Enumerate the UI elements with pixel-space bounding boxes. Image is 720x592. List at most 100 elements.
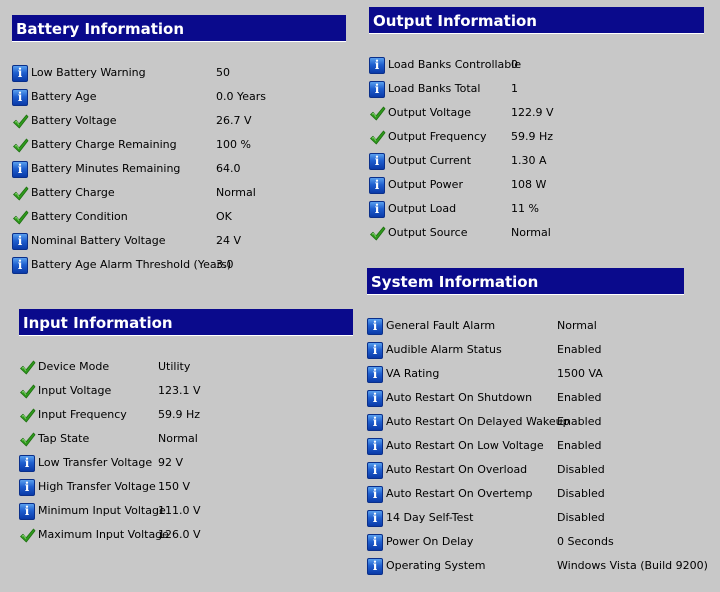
output-row: i Load Banks Controllable 0 xyxy=(369,53,704,77)
output-row-value: Normal xyxy=(511,226,551,239)
battery-row-value: Normal xyxy=(216,186,256,199)
info-icon: i xyxy=(367,510,384,527)
info-icon: i xyxy=(367,414,384,431)
output-row-label: Output Current xyxy=(388,154,472,167)
info-icon: i xyxy=(367,390,384,407)
input-information-title: Input Information xyxy=(19,309,353,336)
info-icon: i xyxy=(12,257,29,274)
battery-row: Battery Charge Normal xyxy=(12,181,346,205)
info-icon: i xyxy=(367,342,384,359)
output-row: i Load Banks Total 1 xyxy=(369,77,704,101)
info-icon: i xyxy=(12,233,29,250)
info-icon: i xyxy=(19,455,36,472)
battery-row-label: Battery Charge Remaining xyxy=(31,138,177,151)
checkmark-icon xyxy=(19,527,36,544)
input-row-value: 111.0 V xyxy=(158,504,201,517)
output-row-value: 122.9 V xyxy=(511,106,554,119)
battery-row-value: 100 % xyxy=(216,138,251,151)
system-row: i 14 Day Self-Test Disabled xyxy=(367,506,707,530)
input-row-value: 123.1 V xyxy=(158,384,201,397)
checkmark-icon xyxy=(369,225,386,242)
output-row-label: Load Banks Total xyxy=(388,82,481,95)
output-row: Output Voltage 122.9 V xyxy=(369,101,704,125)
system-row-label: Operating System xyxy=(386,559,486,572)
input-row-label: Input Voltage xyxy=(38,384,112,397)
system-row-value: Enabled xyxy=(557,415,602,428)
system-row-label: Audible Alarm Status xyxy=(386,343,502,356)
info-icon: i xyxy=(369,153,386,170)
checkmark-icon xyxy=(369,129,386,146)
checkmark-icon xyxy=(19,383,36,400)
system-row-value: 1500 VA xyxy=(557,367,603,380)
output-row-value: 108 W xyxy=(511,178,547,191)
checkmark-icon xyxy=(12,137,29,154)
input-information-panel: Input Information Device Mode Utility Inpu… xyxy=(19,309,353,549)
system-row-value: Enabled xyxy=(557,343,602,356)
input-row: Device Mode Utility xyxy=(19,355,353,379)
input-row-label: Device Mode xyxy=(38,360,110,373)
system-row-label: Power On Delay xyxy=(386,535,474,548)
battery-row-label: Battery Age Alarm Threshold (Years) xyxy=(31,258,232,271)
output-row-label: Output Source xyxy=(388,226,468,239)
output-row-label: Output Load xyxy=(388,202,457,215)
input-row: Maximum Input Voltage 126.0 V xyxy=(19,523,353,547)
battery-information-title: Battery Information xyxy=(12,15,346,42)
output-row: Output Source Normal xyxy=(369,221,704,245)
battery-row-label: Battery Age xyxy=(31,90,97,103)
system-row-value: Windows Vista (Build 9200) xyxy=(557,559,708,572)
info-icon: i xyxy=(369,81,386,98)
input-row-value: 59.9 Hz xyxy=(158,408,201,421)
output-row: i Output Current 1.30 A xyxy=(369,149,704,173)
system-row-label: VA Rating xyxy=(386,367,440,380)
input-row-value: Utility xyxy=(158,360,191,373)
output-row-value: 1.30 A xyxy=(511,154,547,167)
system-row: i Auto Restart On Overload Disabled xyxy=(367,458,707,482)
system-row-value: Disabled xyxy=(557,463,605,476)
input-row-value: 150 V xyxy=(158,480,191,493)
output-row-label: Load Banks Controllable xyxy=(388,58,522,71)
system-information-panel: System Information i General Fault Alarm N… xyxy=(367,268,708,588)
info-icon: i xyxy=(367,534,384,551)
battery-row: i Nominal Battery Voltage 24 V xyxy=(12,229,346,253)
input-row-label: Tap State xyxy=(38,432,90,445)
input-row: Input Voltage 123.1 V xyxy=(19,379,353,403)
system-row: i Auto Restart On Overtemp Disabled xyxy=(367,482,707,506)
battery-row-value: 0.0 Years xyxy=(216,90,267,103)
info-icon: i xyxy=(367,558,384,575)
info-icon: i xyxy=(19,479,36,496)
system-row: i Auto Restart On Low Voltage Enabled xyxy=(367,434,707,458)
output-row: i Output Load 11 % xyxy=(369,197,704,221)
output-row-value: 11 % xyxy=(511,202,539,215)
info-icon: i xyxy=(12,161,29,178)
info-icon: i xyxy=(369,201,386,218)
battery-row-label: Battery Charge xyxy=(31,186,115,199)
checkmark-icon xyxy=(369,105,386,122)
system-row: i Auto Restart On Shutdown Enabled xyxy=(367,386,707,410)
battery-row-label: Battery Voltage xyxy=(31,114,117,127)
battery-row-label: Battery Minutes Remaining xyxy=(31,162,181,175)
output-information-title: Output Information xyxy=(369,7,704,34)
info-icon: i xyxy=(367,462,384,479)
info-icon: i xyxy=(19,503,36,520)
output-row-label: Output Voltage xyxy=(388,106,471,119)
output-row-value: 0 xyxy=(511,58,518,71)
system-information-title: System Information xyxy=(367,268,684,295)
system-row-label: Auto Restart On Overload xyxy=(386,463,528,476)
battery-row-label: Battery Condition xyxy=(31,210,128,223)
battery-row: i Battery Minutes Remaining 64.0 xyxy=(12,157,346,181)
battery-row: i Battery Age Alarm Threshold (Years) 3.0 xyxy=(12,253,346,277)
input-row-value: 126.0 V xyxy=(158,528,201,541)
info-icon: i xyxy=(367,438,384,455)
battery-row: i Battery Age 0.0 Years xyxy=(12,85,346,109)
info-icon: i xyxy=(367,366,384,383)
system-row-label: Auto Restart On Low Voltage xyxy=(386,439,544,452)
system-row-label: Auto Restart On Overtemp xyxy=(386,487,533,500)
system-row: i Power On Delay 0 Seconds xyxy=(367,530,707,554)
system-row-value: Enabled xyxy=(557,439,602,452)
system-row-value: Disabled xyxy=(557,487,605,500)
input-row-label: High Transfer Voltage xyxy=(38,480,156,493)
output-row: i Output Power 108 W xyxy=(369,173,704,197)
output-row-label: Output Frequency xyxy=(388,130,487,143)
battery-row-value: OK xyxy=(216,210,232,223)
info-icon: i xyxy=(367,486,384,503)
